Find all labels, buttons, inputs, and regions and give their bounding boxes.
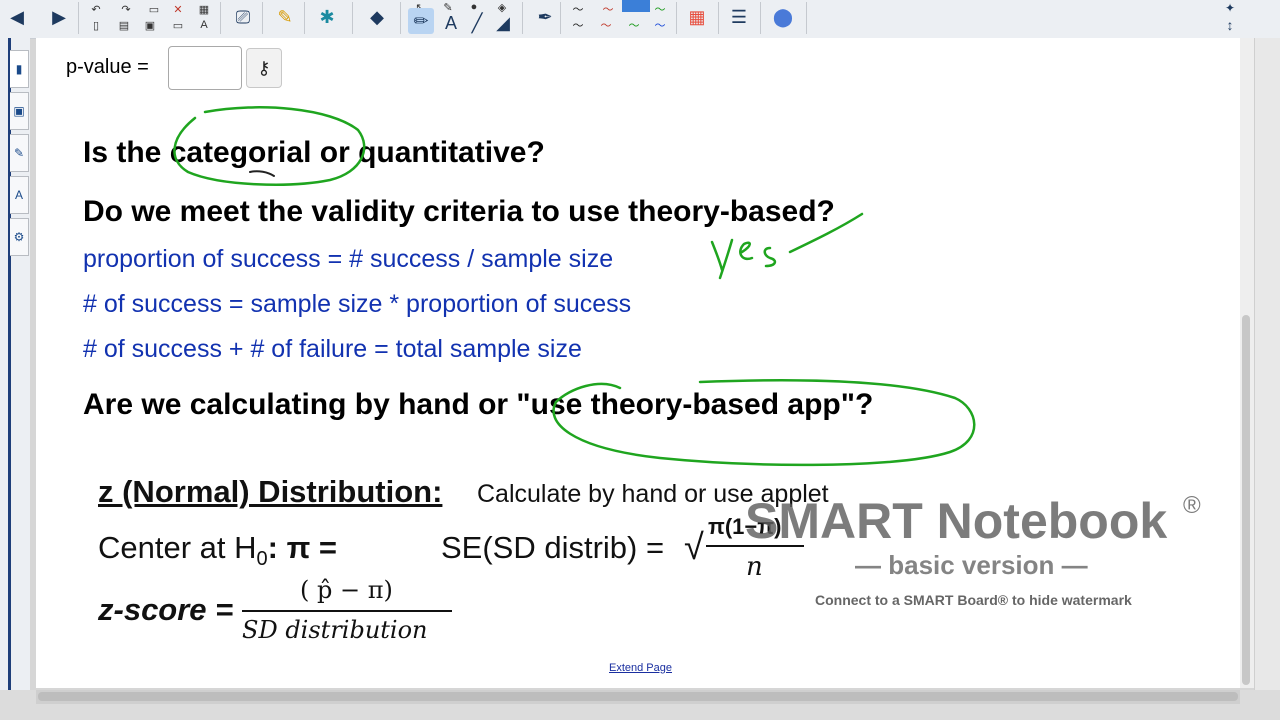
eraser-icon[interactable]: ◢	[488, 8, 518, 38]
formula-line-3: # of success + # of failure = total samp…	[83, 335, 582, 363]
zscore-numerator: ( p̂ − π)	[300, 576, 393, 604]
z-distribution-heading: z (Normal) Distribution:	[98, 474, 443, 509]
gallery-tab[interactable]: ▣	[10, 92, 29, 130]
vertical-scroll-thumb[interactable]	[1242, 315, 1250, 685]
se-formula-label: SE(SD distrib) =	[441, 530, 665, 565]
square-root-icon: √	[684, 526, 704, 567]
forward-arrow-icon[interactable]: ▶	[44, 2, 74, 32]
center-formula: Center at H0: π =	[98, 530, 338, 571]
delete-icon[interactable]: ✕	[170, 2, 186, 16]
pin-toolbar-icon[interactable]: ✦	[1218, 0, 1242, 16]
attachments-tab[interactable]: ✎	[10, 134, 29, 172]
pvalue-input[interactable]	[168, 46, 242, 90]
right-panel	[1254, 38, 1280, 710]
key-button[interactable]: ⚷	[246, 48, 282, 88]
main-toolbar: ◀ ▶ ↶ ↷ ▭ ✕ ▦ ▯ ▤ ▣ ▭ A ⎚ ✎ ✱ ◆ ↖ ✎ ● ◈ …	[0, 0, 1280, 39]
activity-builder-icon[interactable]: ✎	[270, 2, 300, 32]
puzzle-icon[interactable]: ◆	[362, 2, 392, 32]
move-toolbar-icon[interactable]: ↕	[1218, 16, 1242, 34]
line-style-red-icon[interactable]: 〜	[600, 2, 616, 16]
table-icon[interactable]: ▦	[196, 2, 212, 16]
line-style-blue-selected[interactable]	[622, 0, 650, 12]
formula-line-1: proportion of success = # success / samp…	[83, 245, 614, 273]
zscore-label: z-score =	[98, 592, 234, 627]
save-icon[interactable]: ▣	[142, 18, 158, 32]
horizontal-scroll-thumb[interactable]	[38, 692, 1238, 701]
zscore-denominator: SD distribution	[242, 616, 428, 644]
line-style-green-2-icon[interactable]: 〜	[626, 18, 642, 32]
line-style-green-icon[interactable]: 〜	[652, 2, 668, 16]
line-style-black-2-icon[interactable]: 〜	[570, 18, 586, 32]
pvalue-label: p-value =	[66, 56, 149, 78]
line-style-black-icon[interactable]: 〜	[570, 2, 586, 16]
watermark-registered: ®	[1183, 492, 1201, 519]
screen-capture-icon[interactable]: ⎚	[228, 2, 258, 32]
watermark-connect-note: Connect to a SMART Board® to hide waterm…	[815, 592, 1132, 608]
side-tabs: ▮ ▣ ✎ A ⚙	[0, 38, 30, 710]
line-style-red-2-icon[interactable]: 〜	[598, 18, 614, 32]
transparency-icon[interactable]: ⬤	[768, 2, 798, 32]
addons-icon[interactable]: ✱	[312, 2, 342, 32]
formula-line-2: # of success = sample size * proportion …	[83, 290, 632, 318]
undo-icon[interactable]: ↶	[88, 2, 104, 16]
extend-page-link[interactable]: Extend Page	[609, 662, 672, 674]
zscore-fraction-bar	[242, 610, 452, 612]
addons-tab[interactable]: ⚙	[10, 218, 29, 256]
pens-icon[interactable]: ✏	[408, 8, 434, 34]
question-validity: Do we meet the validity criteria to use …	[83, 195, 835, 228]
page-sorter-tab[interactable]: ▮	[10, 50, 29, 88]
properties-tab[interactable]: A	[10, 176, 29, 214]
screen-icon[interactable]: ▭	[146, 2, 162, 16]
back-arrow-icon[interactable]: ◀	[2, 2, 32, 32]
pen-color-icon[interactable]: ✒	[530, 2, 560, 32]
watermark-subtitle: — basic version —	[855, 550, 1088, 580]
redo-icon[interactable]: ↷	[118, 2, 134, 16]
line-properties-icon[interactable]: ☰	[724, 2, 754, 32]
key-icon: ⚷	[257, 57, 271, 78]
color-palette-icon[interactable]: ▦	[682, 2, 712, 32]
line-style-blue-2-icon[interactable]: 〜	[652, 18, 668, 32]
question-categorical: Is the categorial or quantitative?	[83, 136, 545, 169]
question-calculating: Are we calculating by hand or "use theor…	[83, 388, 874, 421]
new-page-icon[interactable]: ▯	[88, 18, 104, 32]
se-denominator: n	[746, 552, 763, 582]
spellcheck-icon[interactable]: A	[196, 18, 212, 32]
watermark-title: SMART Notebook	[745, 493, 1168, 549]
display-icon[interactable]: ▭	[170, 18, 186, 32]
open-file-icon[interactable]: ▤	[116, 18, 132, 32]
